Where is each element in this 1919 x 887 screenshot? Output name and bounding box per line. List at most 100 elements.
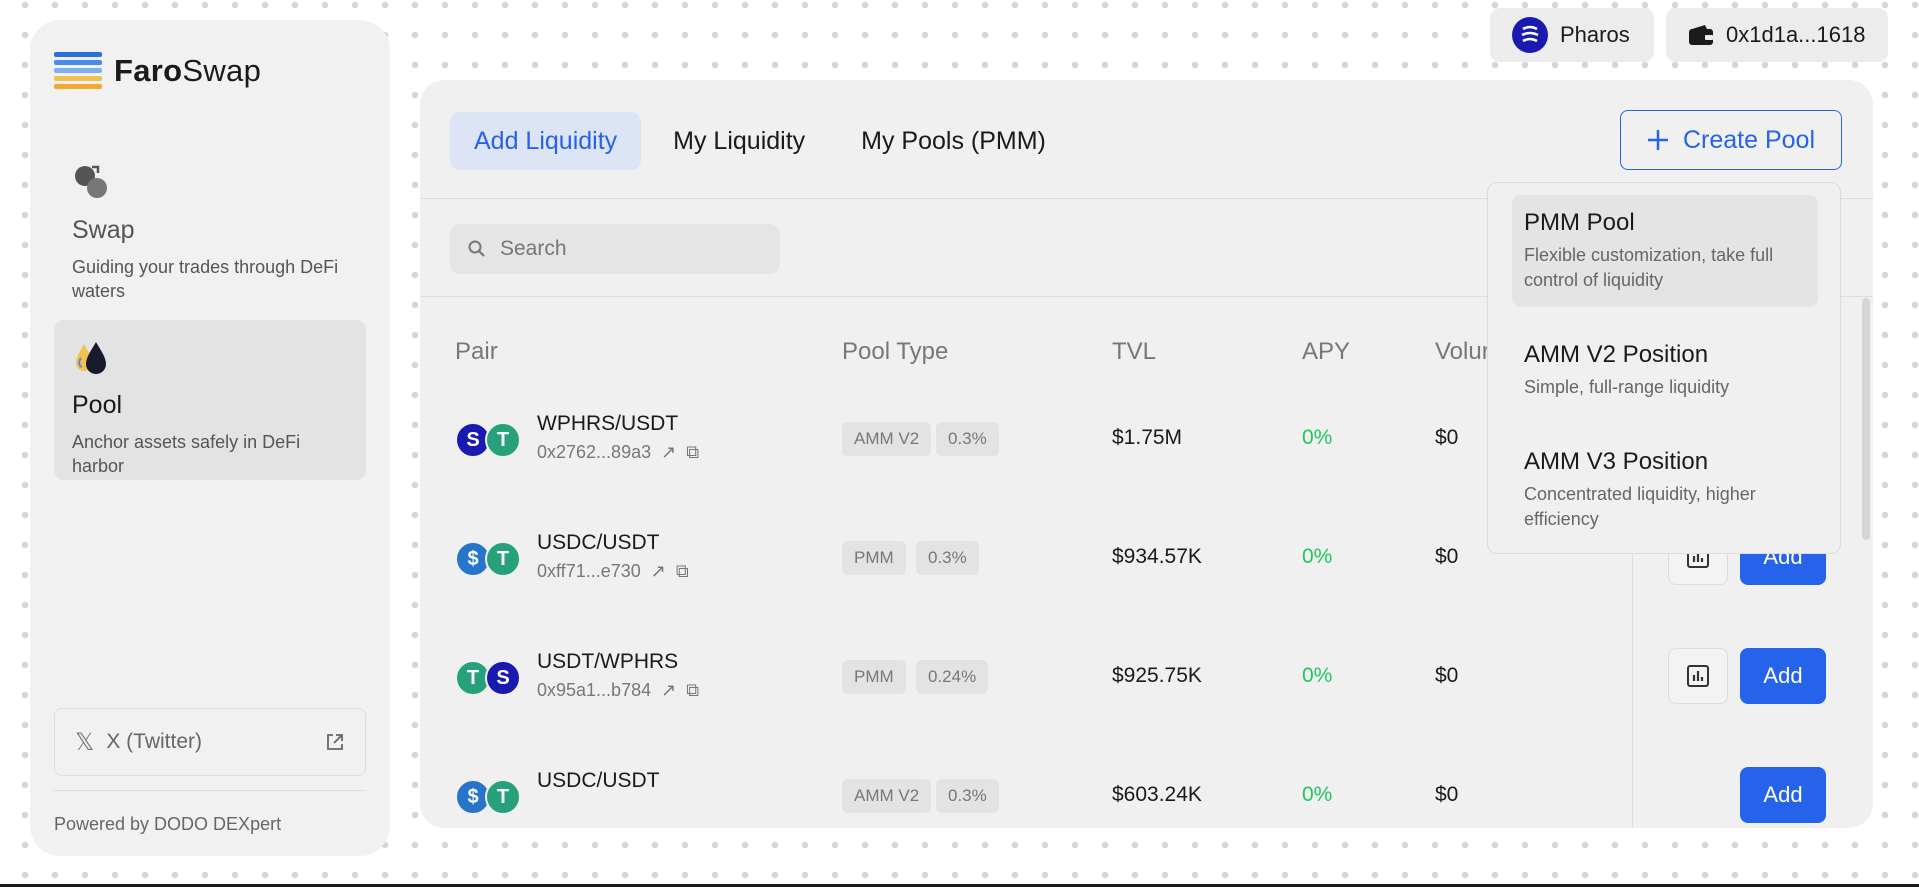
tvl-value: $934.57K [1112, 545, 1202, 568]
network-selector[interactable]: Pharos [1490, 8, 1654, 62]
volume-value: $0 [1435, 426, 1459, 449]
table-row[interactable]: T S USDT/WPHRS 0x95a1...b784 ↗ ⧉ PMM 0.2… [420, 648, 1873, 776]
scrollbar[interactable] [1862, 298, 1870, 540]
pool-drop-icon [76, 342, 106, 374]
wallet-address: 0x1d1a...1618 [1726, 22, 1866, 47]
external-link-icon[interactable]: ↗ [661, 680, 676, 701]
copy-icon[interactable]: ⧉ [676, 561, 689, 582]
pool-type-badge: PMM [842, 541, 906, 575]
wallet-button[interactable]: 0x1d1a...1618 [1666, 8, 1888, 62]
add-button[interactable]: Add [1740, 767, 1826, 823]
tab-bar: Add Liquidity My Liquidity My Pools (PMM… [450, 112, 1070, 170]
sidebar-item-label: Swap [72, 216, 135, 244]
copy-icon[interactable]: ⧉ [686, 442, 699, 463]
search-input[interactable]: Search [450, 224, 780, 274]
pair-name: USDT/WPHRS [537, 650, 679, 673]
sidebar-item-swap[interactable]: Swap Guiding your trades through DeFi wa… [54, 145, 366, 305]
logo-text: FaroSwap [114, 53, 262, 88]
column-header-volume: Volur [1435, 338, 1490, 365]
pair-address: 0xff71...e730 ↗ ⧉ [537, 561, 689, 582]
menu-item-title: PMM Pool [1524, 209, 1635, 236]
wphrs-token-icon: S [485, 660, 521, 696]
pair-address: 0x95a1...b784 ↗ ⧉ [537, 680, 699, 701]
swap-icon [75, 165, 107, 198]
pair-address: 0x2762...89a3 ↗ ⧉ [537, 442, 699, 463]
usdt-token-icon: T [485, 541, 521, 577]
sidebar-item-description: Guiding your trades through DeFi waters [72, 257, 339, 301]
pharos-network-icon [1512, 17, 1548, 53]
apy-value: 0% [1302, 783, 1333, 806]
x-logo-icon: 𝕏 [75, 728, 95, 756]
create-pool-menu: PMM Pool Flexible customization, take fu… [1487, 182, 1841, 554]
tab-add-liquidity[interactable]: Add Liquidity [450, 112, 642, 170]
create-pool-button[interactable]: Create Pool [1620, 110, 1842, 170]
pool-type-badge: AMM V2 [842, 422, 932, 456]
apy-value: 0% [1302, 426, 1333, 449]
menu-item-amm-v3-position[interactable]: AMM V3 Position Concentrated liquidity, … [1512, 434, 1818, 546]
menu-item-title: AMM V3 Position [1524, 448, 1709, 475]
sidebar-item-label: Pool [72, 391, 123, 419]
copy-icon[interactable]: ⧉ [686, 680, 699, 701]
tvl-value: $1.75M [1112, 426, 1183, 449]
apy-value: 0% [1302, 545, 1333, 568]
pair-icons: T S [455, 660, 525, 700]
pair-name: USDC/USDT [537, 769, 660, 792]
divider [54, 790, 366, 791]
menu-item-amm-v2-position[interactable]: AMM V2 Position Simple, full-range liqui… [1512, 327, 1818, 414]
external-link-icon [327, 734, 343, 750]
pair-name: USDC/USDT [537, 531, 660, 554]
fee-badge: 0.3% [936, 779, 999, 813]
faroswap-logo-icon [54, 52, 102, 90]
column-header-apy: APY [1302, 338, 1351, 365]
pair-address-text: 0xff71...e730 [537, 561, 641, 581]
pair-icons: $ T [455, 779, 525, 819]
search-placeholder: Search [500, 237, 567, 260]
volume-value: $0 [1435, 783, 1459, 806]
add-button[interactable]: Add [1740, 648, 1826, 704]
tab-my-liquidity[interactable]: My Liquidity [649, 112, 829, 170]
search-icon [468, 240, 485, 257]
volume-value: $0 [1435, 664, 1459, 687]
twitter-link[interactable]: 𝕏 X (Twitter) [54, 708, 366, 776]
sidebar-item-pool[interactable]: Pool Anchor assets safely in DeFi harbor [54, 320, 366, 480]
menu-item-description: Concentrated liquidity, higher efficienc… [1524, 484, 1756, 529]
fee-badge: 0.3% [916, 541, 979, 575]
column-header-tvl: TVL [1112, 338, 1157, 365]
bar-chart-icon [1687, 665, 1709, 687]
table-row[interactable]: $ T USDC/USDT 0xff71...e730 ↗ ⧉ PMM 0.3%… [420, 529, 1873, 657]
table-row[interactable]: $ T USDC/USDT AMM V2 0.3% $603.24K 0% $0… [420, 767, 1873, 828]
network-name: Pharos [1560, 22, 1630, 47]
menu-item-description: Flexible customization, take full contro… [1524, 245, 1774, 290]
pair-icons: $ T [455, 541, 525, 581]
menu-item-description: Simple, full-range liquidity [1524, 377, 1730, 397]
pool-type-badge: PMM [842, 660, 906, 694]
apy-value: 0% [1302, 664, 1333, 687]
plus-icon [1647, 130, 1668, 150]
sidebar: FaroSwap Swap Guiding your trades throug… [30, 20, 390, 856]
pool-type-badge: AMM V2 [842, 779, 932, 813]
volume-value: $0 [1435, 545, 1459, 568]
logo[interactable]: FaroSwap [54, 52, 261, 90]
pair-address-text: 0x95a1...b784 [537, 680, 652, 700]
chart-button[interactable] [1668, 648, 1728, 704]
pair-name: WPHRS/USDT [537, 412, 679, 435]
twitter-label: X (Twitter) [106, 730, 203, 753]
tab-my-pools-pmm[interactable]: My Pools (PMM) [837, 112, 1070, 170]
external-link-icon[interactable]: ↗ [661, 442, 676, 463]
menu-item-title: AMM V2 Position [1524, 341, 1709, 368]
menu-item-pmm-pool[interactable]: PMM Pool Flexible customization, take fu… [1512, 195, 1818, 307]
wallet-icon [1689, 25, 1713, 45]
powered-by-text: Powered by DODO DEXpert [54, 814, 282, 834]
column-header-pool-type: Pool Type [842, 338, 949, 365]
tvl-value: $603.24K [1112, 783, 1202, 806]
usdt-token-icon: T [485, 422, 521, 458]
fee-badge: 0.24% [916, 660, 989, 694]
create-pool-label: Create Pool [1682, 125, 1816, 154]
sidebar-item-description: Anchor assets safely in DeFi harbor [72, 432, 301, 476]
column-header-pair: Pair [455, 338, 498, 365]
tvl-value: $925.75K [1112, 664, 1202, 687]
pair-icons: S T [455, 422, 525, 462]
pair-address-text: 0x2762...89a3 [537, 442, 652, 462]
external-link-icon[interactable]: ↗ [651, 561, 666, 582]
usdt-token-icon: T [485, 779, 521, 815]
